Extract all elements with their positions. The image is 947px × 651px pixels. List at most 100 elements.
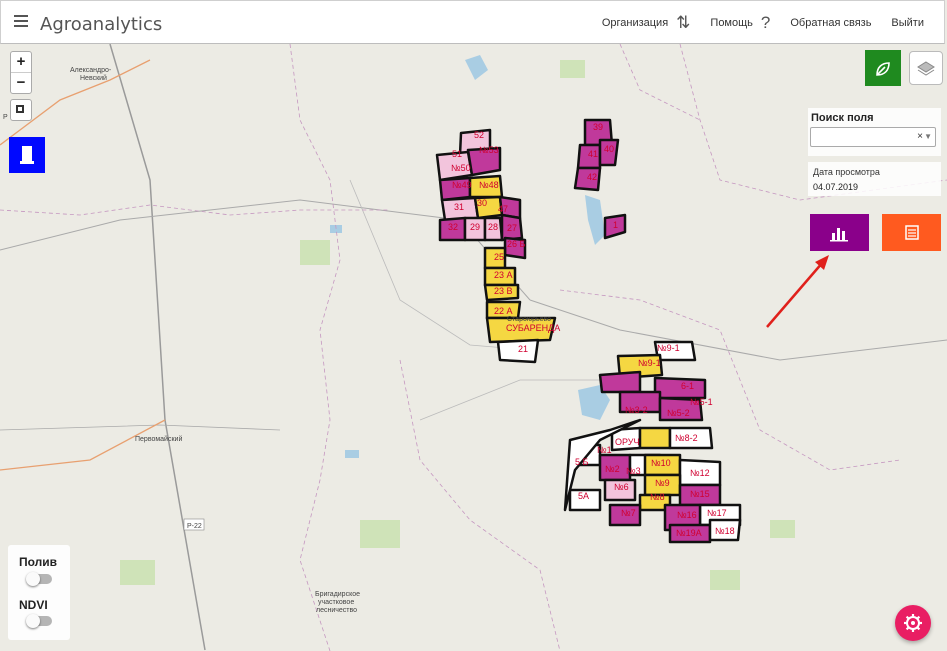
chart-icon: [830, 228, 848, 242]
settings-icon: [904, 614, 922, 632]
field-label: №9-1: [638, 358, 661, 368]
field-label: 52: [474, 130, 484, 140]
place-label: Александро-: [70, 67, 112, 74]
date-panel: Дата просмотра 04.07.2019: [808, 162, 941, 196]
road-label: Р-22: [187, 523, 202, 530]
field-label: 5А: [578, 491, 589, 501]
toggle-knob: [26, 614, 40, 628]
place-label: лесничество: [316, 607, 357, 614]
field-search-select[interactable]: × ▼: [810, 127, 936, 147]
field-label: 39: [593, 122, 603, 132]
field-label: 5 Б: [575, 457, 589, 467]
field-label: №10: [651, 458, 671, 468]
fullscreen-button[interactable]: [10, 99, 32, 121]
field-label: №53: [479, 145, 499, 155]
zoom-in-button[interactable]: +: [11, 52, 31, 72]
field-label: 26 Б: [507, 239, 526, 249]
field-label: 25: [494, 252, 504, 262]
help-label: Помощь: [710, 17, 753, 29]
field-label: СУБАРЕНДА: [506, 323, 560, 333]
field-label: 23 А: [494, 270, 513, 280]
statistics-button[interactable]: [810, 214, 869, 251]
map-svg[interactable]: 52 51 №53 №50 №49 №48 30 47 31 32 29 28 …: [0, 44, 947, 651]
toggle-knob: [26, 572, 40, 586]
field-label: №18: [715, 526, 735, 536]
field-label: 27: [507, 223, 517, 233]
farm-button[interactable]: [9, 137, 45, 173]
help-button[interactable]: Помощь ?: [710, 13, 770, 33]
field-label: 23 В: [494, 286, 513, 296]
field-label: №1: [597, 445, 612, 455]
field-label: №2: [605, 464, 620, 474]
map-canvas[interactable]: 52 51 №53 №50 №49 №48 30 47 31 32 29 28 …: [0, 44, 947, 651]
field-label: 47: [498, 204, 508, 214]
place-label: участковое: [318, 599, 354, 606]
ndvi-toggle[interactable]: [26, 614, 52, 628]
field-label: 32: [448, 222, 458, 232]
field-label: №16: [677, 510, 697, 520]
leaf-icon: [876, 62, 890, 77]
field-label: №9-1: [657, 343, 680, 353]
field-label: 6-1: [681, 381, 694, 391]
field-label: 1: [613, 220, 618, 230]
field-label: 30: [477, 198, 487, 208]
report-list-button[interactable]: [882, 214, 941, 251]
place-label: Бригадирское: [315, 591, 360, 598]
organization-label: Организация: [601, 17, 669, 29]
feedback-label: Обратная связь: [790, 17, 872, 29]
feedback-link[interactable]: Обратная связь: [790, 17, 871, 29]
field-label: №49: [452, 180, 472, 190]
field-label: 31: [454, 202, 464, 212]
road-label: Р: [3, 114, 8, 121]
field-search-panel: Поиск поля × ▼: [808, 108, 941, 156]
top-bar: Agroanalytics Организация ⇅ Помощь ? Обр…: [0, 0, 945, 44]
field-label: ОРУЧ: [615, 437, 640, 447]
place-label: Первомайский: [135, 435, 182, 443]
place-label: Староюрьево: [507, 316, 551, 323]
field-label: №5-1: [690, 397, 713, 407]
field-label: №3-2: [625, 405, 648, 415]
field-label: 40: [604, 144, 614, 154]
field-label: 28: [488, 222, 498, 232]
sync-icon: ⇅: [676, 13, 691, 32]
ndvi-label: NDVI: [19, 598, 48, 612]
list-icon: [905, 225, 919, 240]
logout-link[interactable]: Выйти: [891, 17, 924, 29]
search-label: Поиск поля: [811, 112, 874, 124]
field-label: №48: [479, 180, 499, 190]
field-label: 41: [588, 149, 598, 159]
field-label: №12: [690, 468, 710, 478]
field-label: №17: [707, 508, 727, 518]
irrigation-toggle[interactable]: [26, 572, 52, 586]
field-label: №50: [451, 163, 471, 173]
chevron-down-icon[interactable]: ▼: [924, 132, 932, 141]
settings-button[interactable]: [895, 605, 931, 641]
layers-button[interactable]: [909, 51, 943, 85]
app-title: Agroanalytics: [40, 14, 163, 35]
top-nav: Организация ⇅ Помощь ? Обратная связь Вы…: [602, 1, 944, 45]
field-label: №19А: [676, 528, 702, 538]
field-label: №3: [626, 466, 641, 476]
field-label: 21: [518, 344, 528, 354]
field-label: №7: [621, 508, 636, 518]
field-label: №9: [655, 478, 670, 488]
ndvi-mode-button[interactable]: [865, 50, 901, 86]
date-value[interactable]: 04.07.2019: [813, 182, 858, 192]
layer-toggles: Полив NDVI: [8, 545, 70, 640]
field-label: 29: [470, 222, 480, 232]
organization-button[interactable]: Организация ⇅: [602, 13, 691, 33]
zoom-control: + −: [10, 51, 32, 94]
layers-icon: [917, 61, 935, 76]
irrigation-label: Полив: [19, 555, 58, 569]
help-icon: ?: [760, 13, 771, 32]
field-label: №15: [690, 489, 710, 499]
field-label: 51: [452, 149, 462, 159]
clear-icon[interactable]: ×: [917, 131, 923, 142]
menu-icon[interactable]: [14, 15, 28, 29]
field-label: 42: [587, 172, 597, 182]
place-label: Невский: [80, 74, 107, 82]
field-label: №8: [650, 492, 665, 502]
field-label: №8-2: [675, 433, 698, 443]
field-label: 22 А: [494, 306, 513, 316]
zoom-out-button[interactable]: −: [11, 72, 31, 93]
